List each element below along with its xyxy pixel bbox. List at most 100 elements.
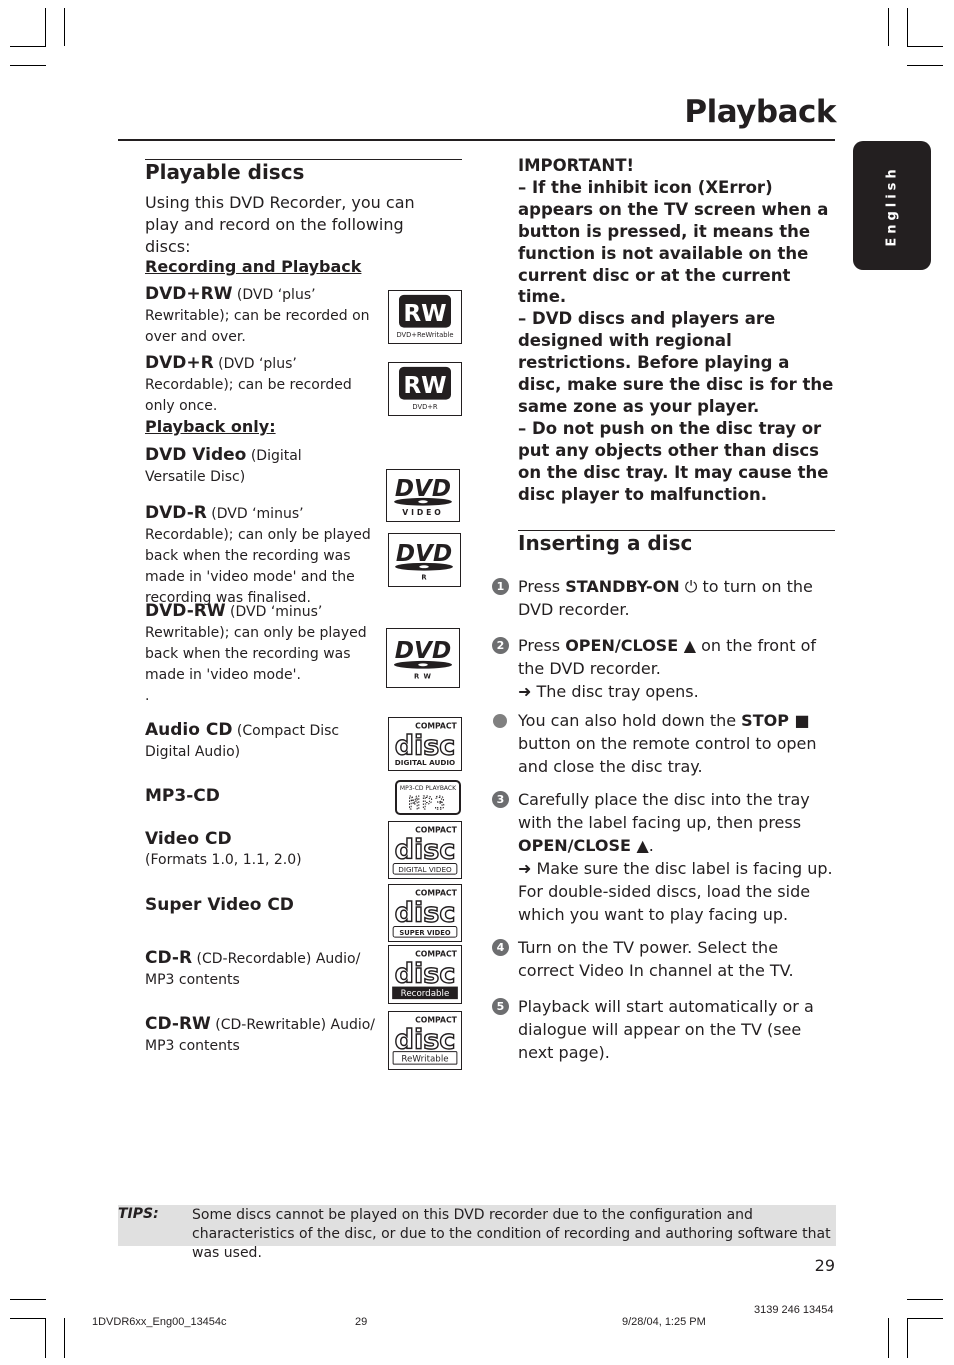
crop-mark <box>10 65 46 66</box>
step-3: 3 Carefully place the disc into the tray… <box>492 788 837 926</box>
step-text: Turn on the TV power. Select the correct… <box>518 938 794 980</box>
stray-period: . <box>145 688 150 704</box>
power-icon: ⏻ <box>684 577 698 596</box>
standby-on-button-label: STANDBY-ON <box>565 577 680 596</box>
step-5: 5 Playback will start automatically or a… <box>492 995 837 1064</box>
step-number-icon: 5 <box>492 998 509 1015</box>
svg-text:R: R <box>421 573 427 581</box>
dvd-video-logo: DVD VIDEO <box>386 469 460 522</box>
svg-text:SUPER VIDEO: SUPER VIDEO <box>399 929 450 937</box>
disc-item-dvd-rw: DVD-RW (DVD ‘minus’ Rewritable); can onl… <box>145 601 377 707</box>
step-text: Press <box>518 577 566 596</box>
svg-text:disc: disc <box>395 959 456 990</box>
svg-text:COMPACT: COMPACT <box>415 826 457 835</box>
crop-mark <box>888 8 889 46</box>
stop-button-label: STOP ■ <box>741 711 810 730</box>
disc-name: Video CD <box>145 829 232 849</box>
svg-text:COMPACT: COMPACT <box>415 1016 457 1025</box>
intro-text: Using this DVD Recorder, you can play an… <box>145 193 415 256</box>
svg-text:COMPACT: COMPACT <box>415 889 457 898</box>
disc-item-dvd-plus-r: DVD+R (DVD ‘plus’ Recordable); can be re… <box>145 353 385 417</box>
svg-text:R W: R W <box>414 672 432 680</box>
disc-name: CD-RW <box>145 1014 211 1034</box>
crop-mark <box>64 1318 65 1358</box>
disc-name: DVD-RW <box>145 601 226 621</box>
step-text: Press <box>518 636 566 655</box>
step-result: ➜ Make sure the disc label is facing up.… <box>518 859 833 924</box>
crop-mark <box>45 8 46 46</box>
page-number: 29 <box>814 1256 835 1275</box>
crop-mark <box>907 1318 943 1319</box>
step-4: 4 Turn on the TV power. Select the corre… <box>492 936 837 982</box>
title-divider <box>118 139 835 141</box>
important-title: IMPORTANT! <box>518 156 634 175</box>
svg-text:RW: RW <box>403 301 446 327</box>
svg-text:Recordable: Recordable <box>401 989 450 999</box>
svg-text:VIDEO: VIDEO <box>402 508 443 517</box>
dvd-plus-rw-logo: RW DVD+ReWritable <box>388 290 462 344</box>
page-title: Playback <box>684 94 836 130</box>
disc-item-dvd-r: DVD-R (DVD ‘minus’ Recordable); can only… <box>145 503 385 609</box>
disc-item-video-cd: Video CD (Formats 1.0, 1.1, 2.0) <box>145 829 385 871</box>
important-notice: IMPORTANT! – If the inhibit icon (XError… <box>518 155 838 506</box>
compact-disc-recordable-logo: COMPACT disc Recordable <box>388 945 462 1004</box>
disc-item-dvd-plus-rw: DVD+RW (DVD ‘plus’ Rewritable); can be r… <box>145 284 385 348</box>
dvd-rw-logo: DVD R W <box>386 628 460 688</box>
step-1: 1 Press STANDBY-ON ⏻ to turn on the DVD … <box>492 575 837 621</box>
disc-name: MP3-CD <box>145 786 220 806</box>
footer-date: 9/28/04, 1:25 PM <box>622 1316 706 1328</box>
crop-mark <box>907 46 943 47</box>
step-number-icon: 2 <box>492 637 509 654</box>
crop-mark <box>907 8 908 46</box>
svg-text:disc: disc <box>395 898 456 929</box>
disc-item-audio-cd: Audio CD (Compact Disc Digital Audio) <box>145 720 355 763</box>
disc-name: DVD+R <box>145 353 214 373</box>
svg-text:ReWritable: ReWritable <box>401 1054 448 1064</box>
mp3-cd-playback-logo: MP3-CD PLAYBACK MP3 <box>395 780 461 815</box>
disc-name: Audio CD <box>145 720 233 740</box>
step-2: 2 Press OPEN/CLOSE ▲ on the front of the… <box>492 634 837 703</box>
svg-text:DVD: DVD <box>395 637 451 664</box>
svg-text:DIGITAL VIDEO: DIGITAL VIDEO <box>398 865 452 874</box>
disc-item-mp3-cd: MP3-CD <box>145 786 385 808</box>
compact-disc-digital-audio-logo: COMPACT disc DIGITAL AUDIO <box>388 717 462 771</box>
step-number-icon: 4 <box>492 939 509 956</box>
svg-text:DIGITAL AUDIO: DIGITAL AUDIO <box>395 758 455 767</box>
disc-name: DVD Video <box>145 445 247 465</box>
compact-disc-digital-video-logo: COMPACT disc DIGITAL VIDEO <box>388 821 462 879</box>
open-close-button-label: OPEN/CLOSE ▲ <box>565 636 696 655</box>
dvd-plus-r-logo: RW DVD+R <box>388 362 462 416</box>
step-result: ➜ The disc tray opens. <box>518 682 699 701</box>
inserting-disc-heading: Inserting a disc <box>518 531 693 555</box>
crop-mark <box>64 8 65 46</box>
recording-section-title: Recording and Playback <box>145 257 362 276</box>
playback-section-title: Playback only: <box>145 417 276 436</box>
disc-item-cd-rw: CD-RW (CD-Rewritable) Audio/ MP3 content… <box>145 1014 385 1057</box>
crop-mark <box>907 1318 908 1358</box>
disc-desc: (Formats 1.0, 1.1, 2.0) <box>145 852 302 868</box>
svg-text:COMPACT: COMPACT <box>415 950 457 959</box>
important-point: – If the inhibit icon (XError) appears o… <box>518 177 829 307</box>
step-text: You can also hold down the <box>518 711 742 730</box>
svg-text:DVD+ReWritable: DVD+ReWritable <box>396 331 453 339</box>
open-close-button-label: OPEN/CLOSE ▲ <box>518 836 649 855</box>
crop-mark <box>907 1299 943 1300</box>
svg-text:disc: disc <box>395 731 456 762</box>
disc-item-cd-r: CD-R (CD-Recordable) Audio/ MP3 contents <box>145 948 370 991</box>
language-tab: English <box>853 141 931 270</box>
crop-mark <box>888 1318 889 1358</box>
disc-item-super-video-cd: Super Video CD <box>145 895 385 917</box>
tips-label: TIPS: <box>118 1206 159 1222</box>
tips-box: TIPS: Some discs cannot be played on thi… <box>118 1205 836 1261</box>
disc-name: Super Video CD <box>145 895 294 915</box>
step-text: . <box>648 836 654 855</box>
svg-text:disc: disc <box>395 1025 456 1056</box>
disc-name: CD-R <box>145 948 193 968</box>
step-number-icon: 3 <box>492 791 509 808</box>
crop-mark <box>10 46 46 47</box>
svg-text:disc: disc <box>395 835 456 866</box>
important-point: – DVD discs and players are designed wit… <box>518 309 834 416</box>
svg-text:MP3: MP3 <box>409 793 448 813</box>
playable-discs-heading: Playable discs <box>145 160 305 184</box>
compact-disc-super-video-logo: COMPACT disc SUPER VIDEO <box>388 884 462 942</box>
